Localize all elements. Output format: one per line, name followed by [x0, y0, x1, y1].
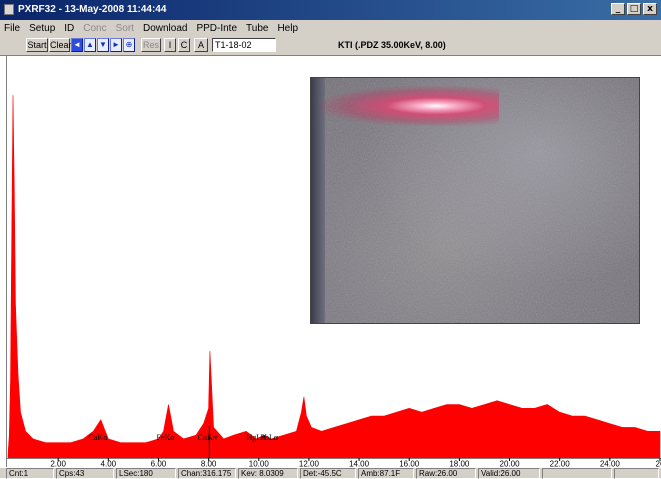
x-tick-label: 4.00 [101, 460, 117, 468]
a-button[interactable]: A [194, 38, 208, 52]
status-count: Cnt:1 [6, 468, 54, 479]
start-button[interactable]: Start [26, 38, 48, 52]
x-tick-label: 16.00 [399, 460, 420, 468]
status-raw: Raw:26.00 [416, 468, 476, 479]
instrument-status: KTI (.PDZ 35.00KeV, 8.00) [338, 40, 446, 50]
status-bar: Cnt:1 Cps:43 LSec:180 Chan:316.175 Kev: … [0, 467, 661, 479]
nav-down-button[interactable]: ▼ [97, 38, 109, 52]
peak-label-cuk: CuKα [198, 433, 218, 442]
x-tick-label: 12.00 [299, 460, 320, 468]
status-detector-temp: Det:-45.5C [300, 468, 356, 479]
menu-ppd-inte[interactable]: PPD-Inte [196, 23, 237, 34]
status-ambient-temp: Amb:87.1F [358, 468, 414, 479]
sample-id-field[interactable]: T1-18-02 [212, 38, 276, 52]
x-tick-label: 20.00 [500, 460, 521, 468]
maximize-button[interactable]: □ [627, 3, 641, 15]
x-tick-label: 22.00 [550, 460, 571, 468]
i-button[interactable]: I [164, 38, 176, 52]
peak-label-pbl: PbLα [261, 433, 279, 442]
toolbar: Start Clear ◄ ▲ ▼ ► ⊕ Res I C A T1-18-02… [0, 36, 661, 56]
x-tick-label: 14.00 [349, 460, 370, 468]
nav-right-button[interactable]: ► [110, 38, 122, 52]
zoom-button[interactable]: ⊕ [123, 38, 135, 52]
menu-bar: File Setup ID Conc Sort Download PPD-Int… [0, 20, 661, 36]
status-valid: Valid:26.00 [478, 468, 540, 479]
menu-id[interactable]: ID [64, 23, 74, 34]
menu-help[interactable]: Help [277, 23, 298, 34]
nav-left-button[interactable]: ◄ [71, 38, 83, 52]
status-lsec: LSec:180 [116, 468, 176, 479]
status-empty-2 [614, 468, 659, 479]
nav-up-button[interactable]: ▲ [84, 38, 96, 52]
x-tick-label: 26 [656, 460, 661, 468]
x-tick-label: 6.00 [151, 460, 167, 468]
menu-conc[interactable]: Conc [83, 23, 106, 34]
menu-sort[interactable]: Sort [116, 23, 134, 34]
laser-spot [319, 86, 499, 126]
status-channel: Chan:316.175 [178, 468, 236, 479]
x-tick-label: 24.00 [600, 460, 621, 468]
status-empty-1 [542, 468, 612, 479]
res-button[interactable]: Res [141, 38, 161, 52]
title-bar[interactable]: PXRF32 - 13-May-2008 11:44:44 _ □ x [0, 0, 661, 20]
peak-label-fek: FeKα [156, 433, 175, 442]
status-kev: Kev: 8.0309 [238, 468, 298, 479]
app-icon [4, 4, 14, 15]
peak-label-cak: CaKα [89, 433, 109, 442]
menu-file[interactable]: File [4, 23, 20, 34]
minimize-button[interactable]: _ [611, 3, 625, 15]
window-title: PXRF32 - 13-May-2008 11:44:44 [18, 4, 167, 15]
window-controls: _ □ x [611, 3, 657, 15]
camera-view [310, 77, 640, 324]
close-button[interactable]: x [643, 3, 657, 15]
x-tick-label: 18.00 [449, 460, 470, 468]
x-tick-label: 10.00 [249, 460, 270, 468]
x-tick-label: 2.00 [50, 460, 66, 468]
menu-tube[interactable]: Tube [246, 23, 268, 34]
menu-setup[interactable]: Setup [29, 23, 55, 34]
c-button[interactable]: C [178, 38, 190, 52]
menu-download[interactable]: Download [143, 23, 187, 34]
x-tick-label: 8.00 [201, 460, 217, 468]
clear-button[interactable]: Clear [49, 38, 72, 52]
status-cps: Cps:43 [56, 468, 114, 479]
